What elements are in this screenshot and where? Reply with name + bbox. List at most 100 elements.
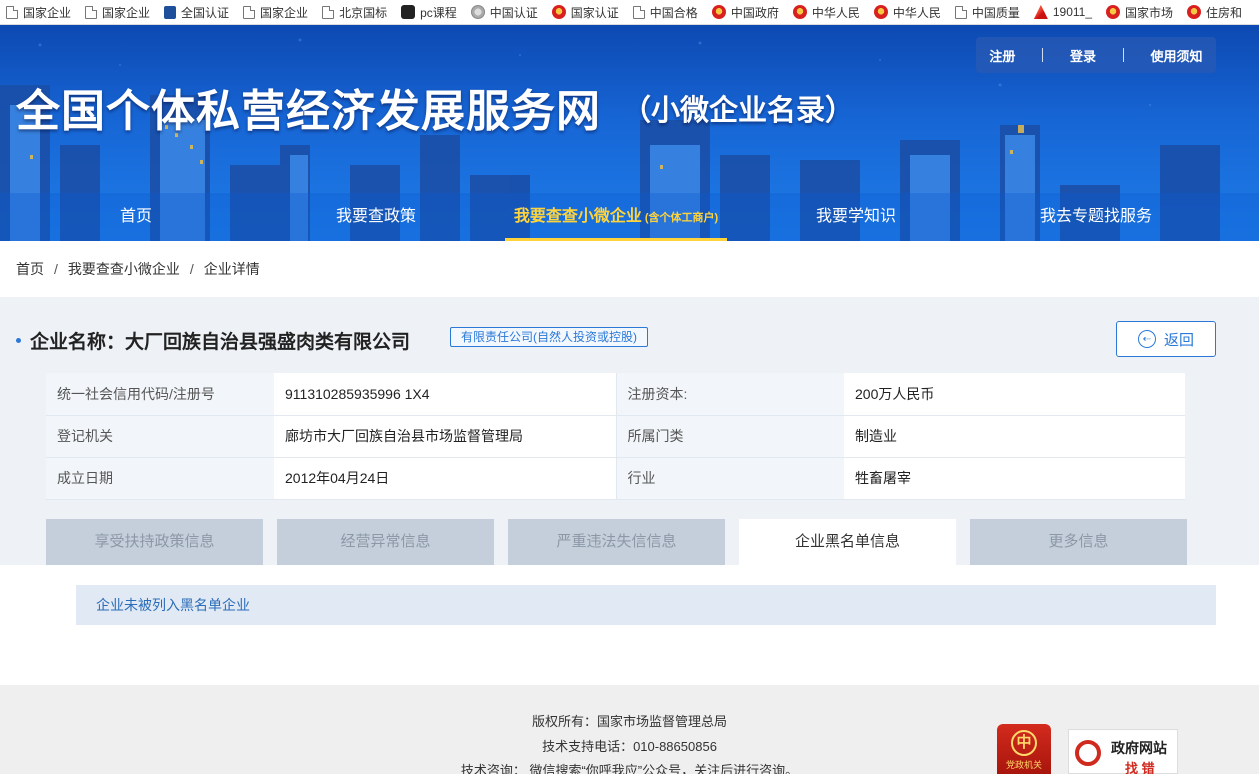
document-icon [954, 5, 967, 19]
company-detail-panel: 企业名称：大厂回族自治县强盛肉类有限公司 有限责任公司(自然人投资或控股) ⇠ … [0, 297, 1259, 565]
gov-site-error-report-badge[interactable]: 政府网站 找 错 [1068, 729, 1178, 774]
back-button[interactable]: ⇠ 返回 [1116, 321, 1216, 357]
site-title: 全国个体私营经济发展服务网 [16, 87, 601, 136]
bookmark-item[interactable]: pc课程 [395, 0, 465, 24]
divider [1042, 48, 1044, 62]
bookmark-item[interactable]: 中国质量 [949, 0, 1028, 24]
bookmark-label: 住房和 [1206, 5, 1243, 20]
capital-value: 200万人民币 [844, 373, 1185, 416]
bookmark-label: 19011_ [1052, 5, 1093, 19]
footer: 版权所有：国家市场监督管理总局 技术支持电话：010-88650856 技术咨询… [0, 685, 1259, 774]
globe-icon [470, 5, 485, 19]
nav-service[interactable]: 我去专题找服务 [1026, 193, 1166, 241]
bookmark-label: 国家企业 [260, 5, 309, 20]
emblem-icon [1106, 5, 1121, 19]
bookmark-item[interactable]: 北京国标 [316, 0, 395, 24]
bookmark-label: 中华人民 [811, 5, 860, 20]
breadcrumb-separator: / [189, 261, 194, 277]
bookmarks-bar: 国家企业 国家企业 全国认证 国家企业 北京国标 pc课程 中国认证 国家认证 中国合格 中国政府… [0, 0, 1259, 25]
document-icon [243, 5, 256, 19]
blacklist-result: 企业未被列入黑名单企业 [76, 585, 1216, 625]
bookmark-item[interactable]: 全国认证 [158, 0, 237, 24]
company-name-heading: 企业名称：大厂回族自治县强盛肉类有限公司 [16, 327, 410, 354]
emblem-icon [792, 5, 807, 19]
nav-home-label: 首页 [119, 208, 152, 225]
nav-learn[interactable]: 我要学知识 [796, 193, 916, 241]
bookmark-item[interactable]: 国家企业 [237, 0, 316, 24]
bookmark-label: 中国合格 [649, 5, 698, 20]
badge-title: 政府网站 [1111, 740, 1167, 756]
bookmark-item[interactable]: 国家企业 [79, 0, 158, 24]
document-icon [322, 5, 335, 19]
bookmark-item[interactable]: 中国认证 [465, 0, 546, 24]
nav-policy[interactable]: 我要查政策 [316, 193, 436, 241]
capital-label: 注册资本: [615, 373, 844, 416]
bookmark-item[interactable]: 中国合格 [627, 0, 706, 24]
bookmark-item[interactable]: 国家企业 [0, 0, 79, 24]
usage-guide-link[interactable]: 使用须知 [1151, 46, 1203, 65]
magnifier-icon [1075, 740, 1101, 766]
badge-label: 党政机关 [1005, 760, 1042, 770]
breadcrumb-separator: / [54, 261, 58, 277]
party-government-badge[interactable]: 中 党政机关 [997, 724, 1051, 774]
credit-code-value: 911310285935996 1X4 [274, 373, 616, 416]
bookmark-item[interactable]: 国家市场 [1100, 0, 1181, 24]
breadcrumb-current: 企业详情 [203, 261, 260, 277]
tab-blacklist[interactable]: 企业黑名单信息 [739, 519, 956, 565]
table-row: 登记机关 廊坊市大厂回族自治县市场监督管理局 所属门类 制造业 [46, 415, 1185, 458]
site-subtitle: （小微企业名录） [622, 95, 855, 127]
document-icon [632, 5, 645, 19]
cnca-icon [164, 5, 177, 19]
bookmark-item[interactable]: 住房和 [1181, 0, 1250, 24]
bookmark-label: 中国质量 [971, 5, 1020, 20]
back-arrow-icon: ⇠ [1137, 330, 1156, 348]
document-icon [85, 5, 98, 19]
tab-serious-violation[interactable]: 严重违法失信信息 [508, 519, 725, 565]
red-logo-icon [1033, 5, 1048, 19]
tab-support-policy[interactable]: 享受扶持政策信息 [46, 519, 263, 565]
bookmark-item[interactable]: 中华人民 [868, 0, 949, 24]
bookmark-label: 北京国标 [339, 5, 388, 20]
authority-label: 登记机关 [46, 415, 274, 458]
tab-more-info[interactable]: 更多信息 [970, 519, 1187, 565]
founding-date-value: 2012年04月24日 [274, 457, 616, 500]
table-row: 成立日期 2012年04月24日 行业 牲畜屠宰 [46, 457, 1185, 500]
emblem-icon [873, 5, 888, 19]
bullet-dot-icon [16, 338, 21, 343]
company-type-badge: 有限责任公司(自然人投资或控股) [450, 327, 648, 347]
emblem-icon [551, 5, 566, 19]
nav-policy-label: 我要查政策 [335, 208, 416, 225]
bookmark-item[interactable]: 中华人民 [787, 0, 868, 24]
bookmark-item[interactable]: 中国政府 [706, 0, 787, 24]
divider [1122, 48, 1124, 62]
nav-search-label: 我要查查小微企业 [513, 208, 642, 225]
emblem-icon [1187, 5, 1202, 19]
nav-search-enterprise[interactable]: 我要查查小微企业 (含个体工商户) [505, 193, 727, 241]
login-link[interactable]: 登录 [1070, 46, 1096, 65]
table-row: 统一社会信用代码/注册号 911310285935996 1X4 注册资本: 2… [46, 373, 1185, 416]
bookmark-label: 国家市场 [1125, 5, 1174, 20]
tab-abnormal-operation[interactable]: 经营异常信息 [277, 519, 494, 565]
nav-home[interactable]: 首页 [76, 193, 196, 241]
company-name: 企业名称：大厂回族自治县强盛肉类有限公司 [30, 332, 411, 353]
bookmark-label: 中国政府 [730, 5, 779, 20]
back-button-label: 返回 [1163, 331, 1194, 349]
breadcrumb-search[interactable]: 我要查查小微企业 [68, 259, 180, 279]
breadcrumb-home[interactable]: 首页 [16, 259, 44, 279]
founding-date-label: 成立日期 [46, 457, 274, 500]
bookmark-item[interactable]: 19011_ [1028, 0, 1100, 24]
bookmark-item[interactable]: 国家认证 [546, 0, 627, 24]
breadcrumb: 首页 / 我要查查小微企业 / 企业详情 [0, 241, 1259, 297]
nav-search-note: (含个体工商户) [644, 212, 719, 224]
pc-icon [401, 5, 416, 19]
nav-service-label: 我去专题找服务 [1039, 208, 1152, 225]
bookmark-label: pc课程 [420, 5, 457, 20]
auth-links: 注册 登录 使用须知 [976, 37, 1216, 73]
bookmark-label: 全国认证 [181, 5, 230, 20]
bookmark-label: 国家认证 [570, 5, 619, 20]
emblem-icon: 中 [1011, 730, 1037, 756]
main-nav: 首页 我要查政策 我要查查小微企业 (含个体工商户) 我要学知识 我去专题找服务 [0, 193, 1259, 241]
industry-value: 牲畜屠宰 [844, 457, 1185, 500]
company-info-table: 统一社会信用代码/注册号 911310285935996 1X4 注册资本: 2… [46, 373, 1185, 500]
register-link[interactable]: 注册 [989, 46, 1015, 65]
